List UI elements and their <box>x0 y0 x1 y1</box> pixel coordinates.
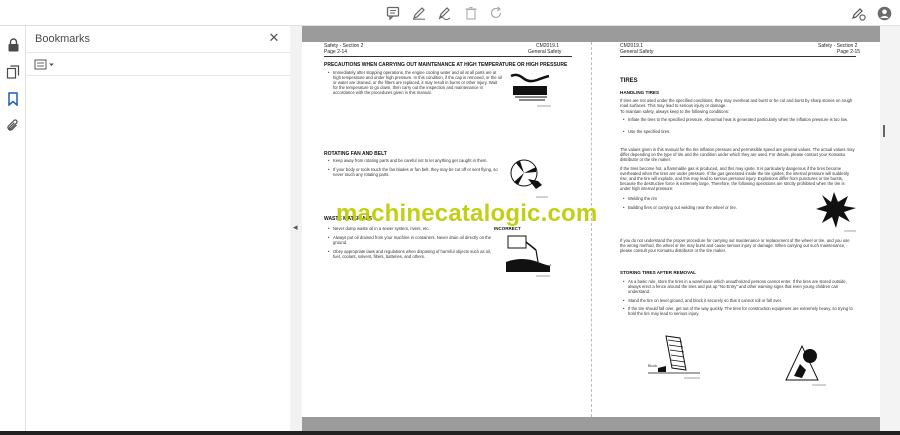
section-body: Keep away from rotating parts and be car… <box>333 158 488 163</box>
bookmark-icon[interactable] <box>4 90 22 108</box>
trash-icon[interactable] <box>462 4 480 22</box>
hot-surface-figure <box>510 73 551 107</box>
attachment-icon[interactable] <box>4 117 22 135</box>
vertical-scrollbar[interactable] <box>880 26 900 435</box>
handling-bullet: Inflate the tires to the specified press… <box>628 117 848 122</box>
redo-icon[interactable] <box>487 4 505 22</box>
explosion-body: If the tires become hot, a flammable gas… <box>620 166 850 191</box>
stored-tire-figure <box>648 335 700 379</box>
unknown-procedure-body: If you do not understand the proper proc… <box>620 238 850 253</box>
handling-title: HANDLING TIRES <box>620 90 660 95</box>
handling-lead: To maintain safety, always keep to the f… <box>620 109 730 114</box>
account-icon[interactable] <box>875 4 893 22</box>
page-gap-top <box>302 26 900 42</box>
header-rule <box>324 56 572 57</box>
section-body: Immediately after stopping operations, t… <box>333 70 502 95</box>
values-body: The values given in this manual for the … <box>620 147 855 162</box>
section-title: ROTATING FAN AND BELT <box>324 151 387 157</box>
header-rule <box>620 56 856 57</box>
options-dropdown[interactable] <box>34 57 56 73</box>
header-left-2: Page 2-14 <box>324 49 348 55</box>
section-body: Always put oil drained from your machine… <box>333 235 492 245</box>
storing-bullet: If the tire should fall over, get out of… <box>628 306 853 316</box>
section-body: Obey appropriate laws and regulations wh… <box>333 249 492 259</box>
panel-toolbar <box>26 52 291 76</box>
document-viewer[interactable]: Safety - Section 2 Page 2-14 CM2019.1 Ge… <box>302 26 900 435</box>
waste-oil-figure <box>506 235 551 277</box>
figure-label: Block <box>648 364 658 368</box>
taskbar-strip <box>0 431 900 435</box>
header-left-2: General Safety <box>620 49 654 55</box>
close-icon[interactable]: ✕ <box>267 31 281 45</box>
falling-tire-figure <box>785 344 826 386</box>
section-body: If your body or tools touch the fan blad… <box>333 167 498 177</box>
pages-icon[interactable] <box>4 63 22 81</box>
section-title: PRECAUTIONS WHEN CARRYING OUT MAINTENANC… <box>324 62 568 68</box>
explosion-bullet: Building fires or carrying out welding n… <box>628 205 737 210</box>
tire-explosion-figure <box>816 192 856 232</box>
sign-icon[interactable] <box>436 4 454 22</box>
panel-title: Bookmarks <box>35 33 91 45</box>
storing-title: STORING TIRES AFTER REMOVAL <box>620 270 696 275</box>
lock-icon[interactable] <box>4 36 22 54</box>
comment-icon[interactable] <box>384 4 402 22</box>
rotating-fan-figure <box>510 159 548 198</box>
page-2-15: CM2019.1 General Safety Safety - Section… <box>591 42 880 417</box>
handling-bullet: Use the specified tires. <box>628 129 671 134</box>
bookmarks-panel: Bookmarks ✕ <box>26 26 291 435</box>
pen-icon[interactable] <box>410 4 428 22</box>
handling-body: If tires are not used under the specifie… <box>620 98 853 108</box>
explosion-bullet: Welding the rim <box>628 196 658 201</box>
top-toolbar <box>0 0 900 26</box>
left-rail <box>0 26 26 435</box>
tires-title: TIRES <box>620 78 638 84</box>
storing-bullet: As a basic rule, store the tires in a wa… <box>628 279 847 294</box>
scroll-thumb[interactable] <box>883 125 885 137</box>
page-2-14: Safety - Section 2 Page 2-14 CM2019.1 Ge… <box>302 42 591 417</box>
collapse-left-icon[interactable]: ◂ <box>293 222 298 233</box>
storing-bullet: Stand the tire on level ground, and bloc… <box>628 298 783 303</box>
header-right-2: General Safety <box>528 49 562 55</box>
header-right-2: Page 2-15 <box>837 49 861 55</box>
share-icon[interactable] <box>849 4 867 22</box>
watermark-text: machinecatalogic.com <box>336 200 598 227</box>
